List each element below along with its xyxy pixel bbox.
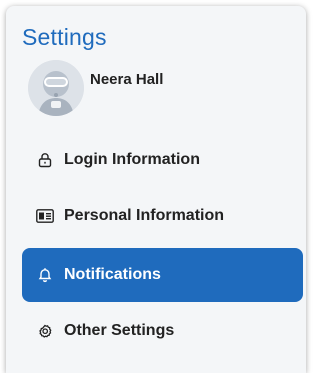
- menu-item-label: Personal Information: [64, 207, 225, 224]
- gear-icon: [36, 322, 54, 340]
- bell-icon: [36, 266, 54, 284]
- menu-item-login-information[interactable]: Login Information: [22, 133, 303, 187]
- menu-item-label: Other Settings: [64, 322, 175, 339]
- menu-item-label: Notifications: [64, 266, 161, 283]
- user-name: Neera Hall: [90, 70, 164, 88]
- id-card-icon: [36, 207, 54, 225]
- settings-panel: Settings Neera Hall Login Information Pe…: [6, 6, 306, 373]
- menu-item-personal-information[interactable]: Personal Information: [22, 189, 303, 243]
- lock-icon: [36, 151, 54, 169]
- page-title: Settings: [22, 24, 107, 50]
- menu-item-label: Login Information: [64, 151, 200, 168]
- menu-item-other-settings[interactable]: Other Settings: [22, 304, 303, 358]
- avatar: [28, 60, 84, 116]
- menu-item-notifications[interactable]: Notifications: [22, 248, 303, 302]
- user-profile[interactable]: Neera Hall: [28, 60, 163, 116]
